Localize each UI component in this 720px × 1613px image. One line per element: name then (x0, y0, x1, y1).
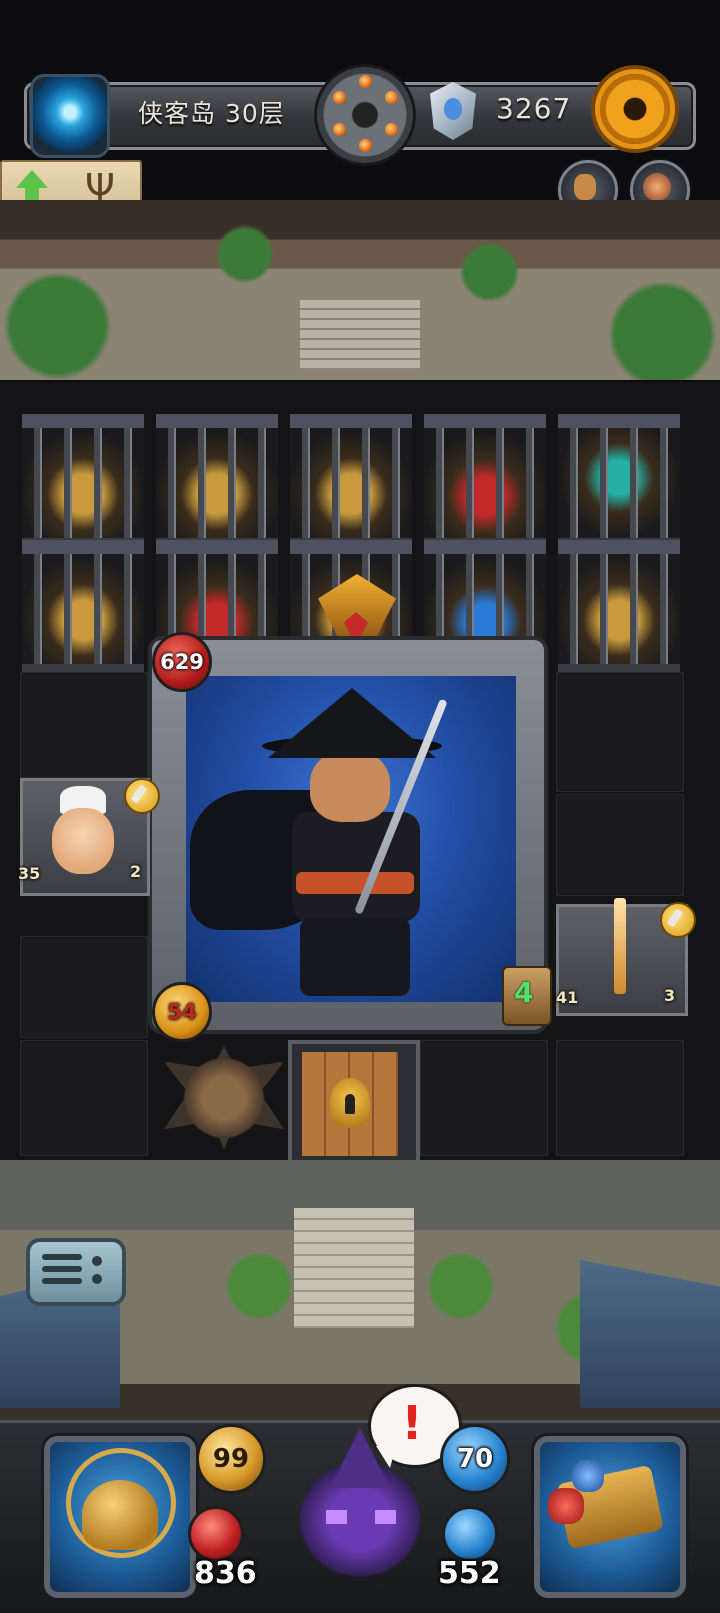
menu-line (42, 1278, 82, 1284)
companion-avatar-icon (643, 173, 671, 201)
floor-tile[interactable] (20, 936, 148, 1038)
revolver-chamber (333, 123, 346, 136)
revolver-chamber (385, 123, 398, 136)
floor-tile[interactable] (420, 1040, 548, 1156)
floor-tile[interactable] (556, 794, 684, 896)
portal-icon[interactable] (30, 74, 110, 158)
menu-line (42, 1266, 82, 1272)
npc-count-value: 2 (130, 862, 142, 881)
caged-item[interactable] (156, 414, 278, 546)
revolver-chamber (385, 91, 398, 104)
ninja-head (310, 750, 390, 822)
hourglass-value: 4 (514, 976, 534, 1009)
chef-npc-face (52, 808, 114, 874)
caged-item[interactable] (558, 414, 680, 546)
health-orb (188, 1506, 244, 1562)
floor-tile[interactable] (556, 1040, 684, 1156)
mana-value: 552 (438, 1556, 501, 1591)
mana-orb (442, 1506, 498, 1562)
currency-value: 3267 (496, 92, 572, 125)
hourglass-bonus-value: 41 (556, 988, 579, 1007)
health-value: 836 (194, 1556, 257, 1591)
keyhole-icon (345, 1094, 355, 1114)
enemy-hp-badge: 629 (152, 632, 212, 692)
revolver-chamber (359, 139, 372, 152)
menu-line (42, 1254, 82, 1260)
menu-list-icon[interactable] (26, 1238, 126, 1306)
gear-icon[interactable] (600, 74, 670, 144)
blue-gem-icon (572, 1460, 604, 1492)
sword-badge-icon (124, 778, 160, 814)
caged-item[interactable] (22, 540, 144, 672)
golden-sword-icon (614, 898, 626, 994)
sword-badge-icon (660, 902, 696, 938)
up-arrow-icon (16, 170, 48, 188)
sword-count-value: 3 (664, 986, 676, 1005)
floor-tile[interactable] (20, 672, 148, 778)
revolver-chamber (333, 91, 346, 104)
red-gem-icon (548, 1488, 584, 1524)
ninja-sash (296, 872, 414, 894)
upper-stairs (300, 300, 420, 370)
npc-attack-value: 35 (18, 864, 41, 883)
floor-location-label: 侠客岛 30层 (138, 99, 285, 128)
crystal-gem-core (444, 98, 462, 120)
attack-stat: 99 (196, 1424, 266, 1494)
coin-pouch-icon (574, 174, 596, 200)
caged-item[interactable] (424, 414, 546, 546)
revolver-cylinder-icon[interactable] (314, 64, 416, 166)
caged-item[interactable] (22, 414, 144, 546)
menu-dot (92, 1256, 102, 1266)
caged-item[interactable] (558, 540, 680, 672)
floor-tile[interactable] (556, 672, 684, 792)
floor-tile[interactable] (20, 1040, 148, 1156)
lower-stairs (294, 1208, 414, 1328)
totem-face (170, 1052, 278, 1144)
menu-dot (92, 1274, 102, 1284)
enemy-attack-badge: 54 (152, 982, 212, 1042)
defense-stat: 70 (440, 1424, 510, 1494)
golden-helmet-icon (82, 1480, 158, 1550)
revolver-chamber (359, 75, 372, 88)
caged-item[interactable] (290, 414, 412, 546)
hero-eyes (326, 1510, 396, 1524)
ninja-legs (300, 918, 410, 996)
